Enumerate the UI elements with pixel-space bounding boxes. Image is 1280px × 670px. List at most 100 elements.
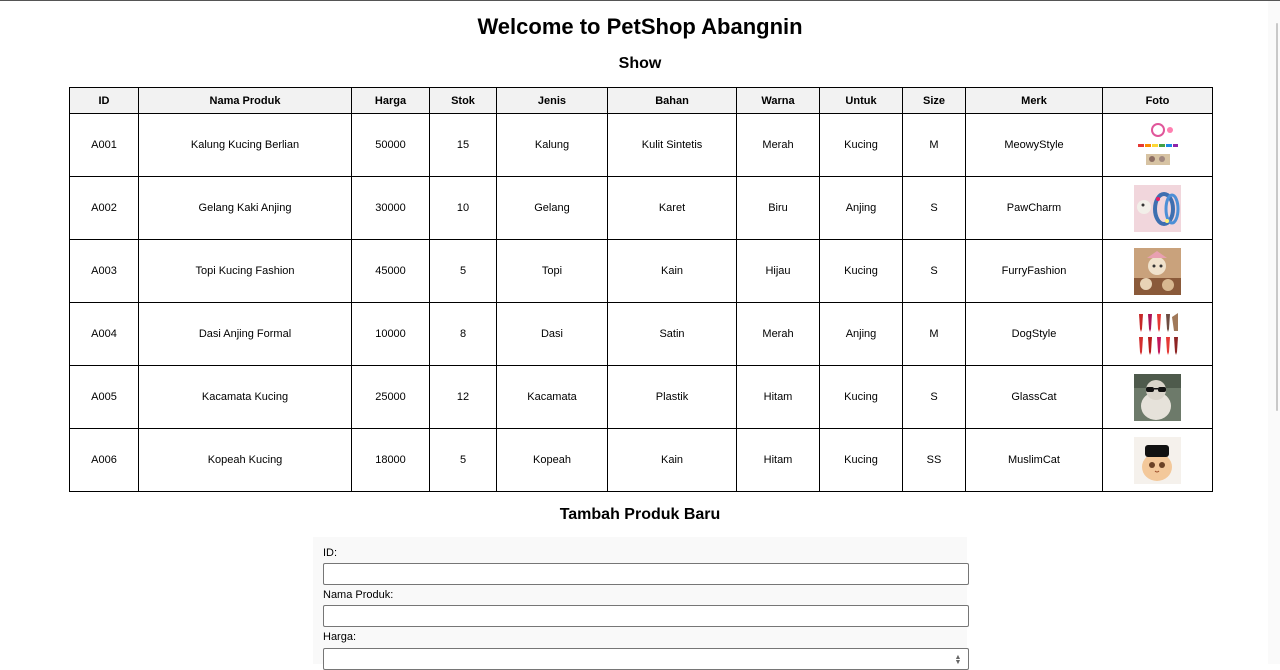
cell-harga: 10000 [351,302,430,366]
nama-produk-label: Nama Produk: [323,589,394,601]
cell-nama: Kalung Kucing Berlian [138,113,352,177]
cell-nama: Kopeah Kucing [138,428,352,492]
dog-tie-photo [1134,310,1181,358]
header-bahan: Bahan [607,87,737,114]
show-heading: Show [618,55,662,72]
cell-jenis: Topi [496,239,608,303]
cell-untuk: Anjing [819,302,903,366]
cell-harga: 45000 [351,239,430,303]
cell-harga: 30000 [351,176,430,240]
cell-merk: PawCharm [965,176,1103,240]
cell-warna: Biru [736,176,820,240]
cell-untuk: Kucing [819,239,903,303]
cell-foto [1102,113,1213,177]
cell-merk: DogStyle [965,302,1103,366]
cell-id: A005 [69,365,139,429]
cat-hat-photo [1134,247,1181,295]
cell-harga: 18000 [351,428,430,492]
cell-jenis: Kalung [496,113,608,177]
harga-label: Harga: [323,631,357,643]
table-row: A002 Gelang Kaki Anjing 30000 10 Gelang … [69,176,1213,240]
harga-input[interactable] [323,648,969,670]
cell-size: S [902,365,966,429]
nama-produk-input[interactable] [323,605,969,627]
cell-foto [1102,428,1213,492]
cell-bahan: Kulit Sintetis [607,113,737,177]
id-input[interactable] [323,563,969,585]
table-row: A006 Kopeah Kucing 18000 5 Kopeah Kain H… [69,428,1213,492]
cell-bahan: Plastik [607,365,737,429]
cell-id: A003 [69,239,139,303]
cell-stok: 15 [429,113,497,177]
table-row: A004 Dasi Anjing Formal 10000 8 Dasi Sat… [69,302,1213,366]
cell-stok: 5 [429,239,497,303]
cell-nama: Dasi Anjing Formal [138,302,352,366]
cell-nama: Kacamata Kucing [138,365,352,429]
table-header-row: ID Nama Produk Harga Stok Jenis Bahan Wa… [69,87,1213,114]
cell-merk: FurryFashion [965,239,1103,303]
cell-stok: 8 [429,302,497,366]
cell-size: S [902,239,966,303]
cell-size: M [902,113,966,177]
header-untuk: Untuk [819,87,903,114]
cell-foto [1102,239,1213,303]
header-jenis: Jenis [496,87,608,114]
header-id: ID [69,87,139,114]
header-foto: Foto [1102,87,1213,114]
cell-nama: Gelang Kaki Anjing [138,176,352,240]
cell-harga: 50000 [351,113,430,177]
scrollbar-track[interactable] [1268,1,1280,664]
cell-warna: Merah [736,302,820,366]
cell-warna: Hitam [736,365,820,429]
pet-collar-photo [1134,121,1181,169]
cell-bahan: Satin [607,302,737,366]
cell-size: SS [902,428,966,492]
cell-harga: 25000 [351,365,430,429]
cell-untuk: Anjing [819,176,903,240]
cell-untuk: Kucing [819,365,903,429]
add-product-heading: Tambah Produk Baru [559,506,721,523]
pet-bracelet-photo [1134,184,1181,232]
header-warna: Warna [736,87,820,114]
cell-bahan: Kain [607,239,737,303]
cell-stok: 10 [429,176,497,240]
scrollbar-thumb[interactable] [1276,23,1278,411]
cell-foto [1102,365,1213,429]
cell-jenis: Dasi [496,302,608,366]
cell-merk: MuslimCat [965,428,1103,492]
cell-warna: Merah [736,113,820,177]
cell-jenis: Kopeah [496,428,608,492]
add-product-form: ID: Nama Produk: Harga: ▲ ▼ [313,537,969,670]
cat-glasses-photo [1134,373,1181,421]
cell-bahan: Kain [607,428,737,492]
header-harga: Harga [351,87,430,114]
cell-id: A004 [69,302,139,366]
cell-merk: GlassCat [965,365,1103,429]
cell-stok: 5 [429,428,497,492]
cell-id: A006 [69,428,139,492]
page-title: Welcome to PetShop Abangnin [477,14,803,39]
cell-size: S [902,176,966,240]
header-stok: Stok [429,87,497,114]
cell-untuk: Kucing [819,428,903,492]
cell-warna: Hitam [736,428,820,492]
window-top-border [0,0,1280,1]
cell-jenis: Kacamata [496,365,608,429]
table-row: A005 Kacamata Kucing 25000 12 Kacamata P… [69,365,1213,429]
header-size: Size [902,87,966,114]
cell-id: A002 [69,176,139,240]
header-nama-produk: Nama Produk [138,87,352,114]
cell-merk: MeowyStyle [965,113,1103,177]
cell-jenis: Gelang [496,176,608,240]
cell-stok: 12 [429,365,497,429]
header-merk: Merk [965,87,1103,114]
cell-foto [1102,302,1213,366]
id-label: ID: [323,547,338,559]
cell-warna: Hijau [736,239,820,303]
product-table: ID Nama Produk Harga Stok Jenis Bahan Wa… [69,87,1213,492]
cell-untuk: Kucing [819,113,903,177]
cell-size: M [902,302,966,366]
cell-nama: Topi Kucing Fashion [138,239,352,303]
table-row: A001 Kalung Kucing Berlian 50000 15 Kalu… [69,113,1213,177]
cell-bahan: Karet [607,176,737,240]
